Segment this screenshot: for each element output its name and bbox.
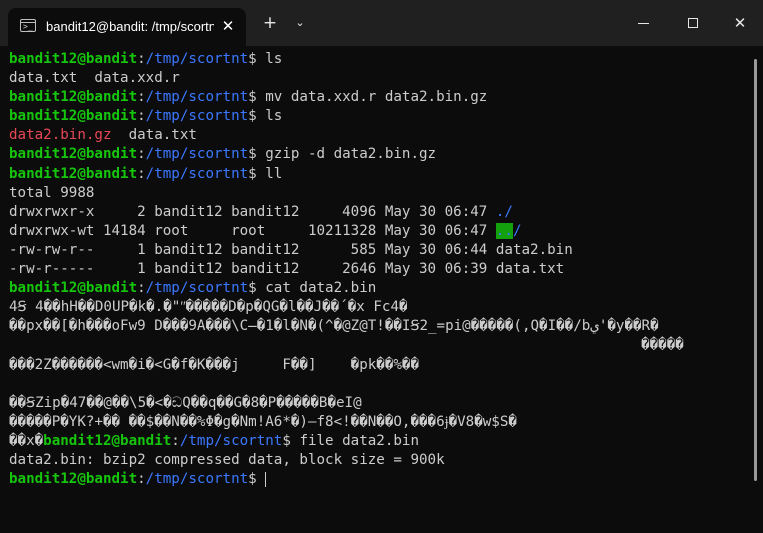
prompt-path: /tmp/scortnt	[145, 89, 249, 106]
prompt-user: bandit12@bandit	[9, 51, 138, 67]
output-text: data.txt	[111, 127, 197, 144]
prompt-separator: :	[171, 432, 180, 449]
terminal-line: bandit12@bandit:/tmp/scortnt$	[9, 470, 744, 489]
prompt-symbol: $	[248, 89, 266, 106]
prompt-separator: :	[137, 108, 146, 125]
prompt-path: /tmp/scortnt	[145, 108, 249, 125]
prompt-separator: :	[137, 51, 146, 67]
prompt-path: /tmp/scortnt	[179, 432, 283, 449]
prompt-separator: :	[137, 146, 146, 163]
archive-filename: data2.bin.gz	[9, 127, 112, 144]
terminal-line: data2.bin.gz data.txt	[9, 126, 744, 145]
prompt-separator: :	[137, 89, 146, 106]
terminal-line: bandit12@bandit:/tmp/scortnt$ ls	[9, 107, 744, 126]
terminal-line: bandit12@bandit:/tmp/scortnt$ cat data2.…	[9, 279, 744, 298]
output-text: �����P�YK?+�� ��$��N��%Φ�g�Nm!A6*�)—f8<!…	[9, 413, 517, 430]
terminal-line: �����	[9, 336, 744, 355]
output-text: total 9988	[9, 184, 95, 201]
terminal-line: bandit12@bandit:/tmp/scortnt$ mv data.xx…	[9, 88, 744, 107]
terminal-line: �����P�YK?+�� ��$��N��%Φ�g�Nm!A6*�)—f8<!…	[9, 413, 744, 432]
output-text: ��ꞨZip�47��@��\5�<�ඩQ��q��G�8�P�����B�eI…	[9, 394, 362, 411]
prompt-user: bandit12@bandit	[43, 432, 172, 449]
maximize-button[interactable]	[678, 10, 708, 36]
prompt-symbol: $	[248, 280, 266, 297]
terminal-line: ��ꞨZip�47��@��\5�<�ඩQ��q��G�8�P�����B�eI…	[9, 394, 744, 413]
terminal-line: total 9988	[9, 184, 744, 203]
binary-output: ��x�	[9, 432, 44, 449]
scrollbar[interactable]	[754, 59, 757, 481]
prompt-separator: :	[137, 280, 146, 297]
command-text: gzip -d data2.bin.gz	[265, 146, 437, 163]
output-text: ���2Z������<wm�i�<G�f�K���j F��] �pk��%�…	[9, 356, 419, 373]
prompt-separator: :	[137, 165, 146, 182]
prompt-user: bandit12@bandit	[9, 165, 138, 182]
chevron-down-icon[interactable]: ⌄	[289, 10, 311, 36]
prompt-path: /tmp/scortnt	[145, 280, 249, 297]
prompt-symbol: $	[248, 51, 266, 67]
close-window-button[interactable]: ✕	[725, 10, 755, 36]
command-text: file data2.bin	[299, 432, 420, 449]
output-text: 4Ꞩ 4��hH��D0UP�k�.�"ʺ�����D�p�QG�l��J��´…	[9, 299, 408, 316]
output-text: ��px��[�h���oFw9 D���9A���\C̶�1�l�N�(^�@…	[9, 318, 659, 335]
prompt-symbol: $	[248, 165, 266, 182]
prompt-symbol: $	[248, 108, 266, 125]
terminal-line: data.txt data.xxd.r	[9, 69, 744, 88]
terminal-line: ��px��[�h���oFw9 D���9A���\C̶�1�l�N�(^�@…	[9, 317, 744, 336]
output-text: data2.bin: bzip2 compressed data, block …	[9, 451, 445, 468]
terminal-output[interactable]: bandit12@bandit:/tmp/scortnt$ ls data.txt…	[9, 50, 744, 530]
prompt-symbol: $	[282, 432, 300, 449]
command-text: ll	[265, 165, 283, 182]
output-text: drwxrwxr-x 2 bandit12 bandit12 4096 May …	[9, 203, 496, 220]
terminal-line: data2.bin: bzip2 compressed data, block …	[9, 451, 744, 470]
terminal-line: bandit12@bandit:/tmp/scortnt$ ls	[9, 50, 744, 69]
terminal-line: -rw-r----- 1 bandit12 bandit12 2646 May …	[9, 260, 744, 279]
terminal-line: ���2Z������<wm�i�<G�f�K���j F��] �pk��%�…	[9, 356, 744, 375]
prompt-user: bandit12@bandit	[9, 471, 138, 488]
command-text: ls	[265, 108, 283, 125]
prompt-separator: :	[137, 471, 146, 488]
command-text: ls	[265, 51, 283, 67]
tab-title: bandit12@bandit: /tmp/scortnt	[46, 19, 214, 34]
directory-name: ./	[495, 203, 513, 220]
prompt-user: bandit12@bandit	[9, 108, 138, 125]
prompt-user: bandit12@bandit	[9, 146, 138, 163]
terminal-line: ��x�bandit12@bandit:/tmp/scortnt$ file d…	[9, 432, 744, 451]
prompt-symbol: $	[248, 146, 266, 163]
terminal-line: bandit12@bandit:/tmp/scortnt$ gzip -d da…	[9, 145, 744, 164]
prompt-user: bandit12@bandit	[9, 280, 138, 297]
prompt-path: /tmp/scortnt	[145, 165, 249, 182]
output-text: data.txt data.xxd.r	[9, 70, 180, 87]
terminal-line: drwxrwxr-x 2 bandit12 bandit12 4096 May …	[9, 203, 744, 222]
new-tab-button[interactable]: +	[259, 10, 281, 36]
text-cursor	[265, 471, 267, 487]
prompt-symbol: $	[248, 471, 266, 488]
terminal-line: bandit12@bandit:/tmp/scortnt$ ll	[9, 165, 744, 184]
highlighted-directory: ..	[495, 222, 513, 239]
terminal-tab[interactable]: >_ bandit12@bandit: /tmp/scortnt ✕	[8, 8, 246, 46]
terminal-line: 4Ꞩ 4��hH��D0UP�k�.�"ʺ�����D�p�QG�l��J��´…	[9, 298, 744, 317]
close-tab-icon[interactable]: ✕	[219, 17, 237, 35]
terminal-line: -rw-rw-r-- 1 bandit12 bandit12 585 May 3…	[9, 241, 744, 260]
command-text: mv data.xxd.r data2.bin.gz	[265, 89, 488, 106]
prompt-path: /tmp/scortnt	[145, 146, 249, 163]
output-text: drwxrwx-wt 14184 root root 10211328 May …	[9, 222, 496, 239]
output-text: �����	[9, 337, 684, 354]
title-bar: >_ bandit12@bandit: /tmp/scortnt ✕ + ⌄ ✕	[0, 0, 763, 46]
output-text: -rw-r----- 1 bandit12 bandit12 2646 May …	[9, 261, 565, 278]
terminal-line: drwxrwx-wt 14184 root root 10211328 May …	[9, 222, 744, 241]
command-text: cat data2.bin	[265, 280, 377, 297]
minimize-button[interactable]	[628, 10, 658, 36]
prompt-user: bandit12@bandit	[9, 89, 138, 106]
prompt-path: /tmp/scortnt	[145, 471, 249, 488]
output-text: -rw-rw-r-- 1 bandit12 bandit12 585 May 3…	[9, 241, 573, 258]
terminal-icon: >_	[20, 19, 36, 32]
prompt-path: /tmp/scortnt	[145, 51, 249, 67]
directory-name: /	[512, 222, 522, 239]
